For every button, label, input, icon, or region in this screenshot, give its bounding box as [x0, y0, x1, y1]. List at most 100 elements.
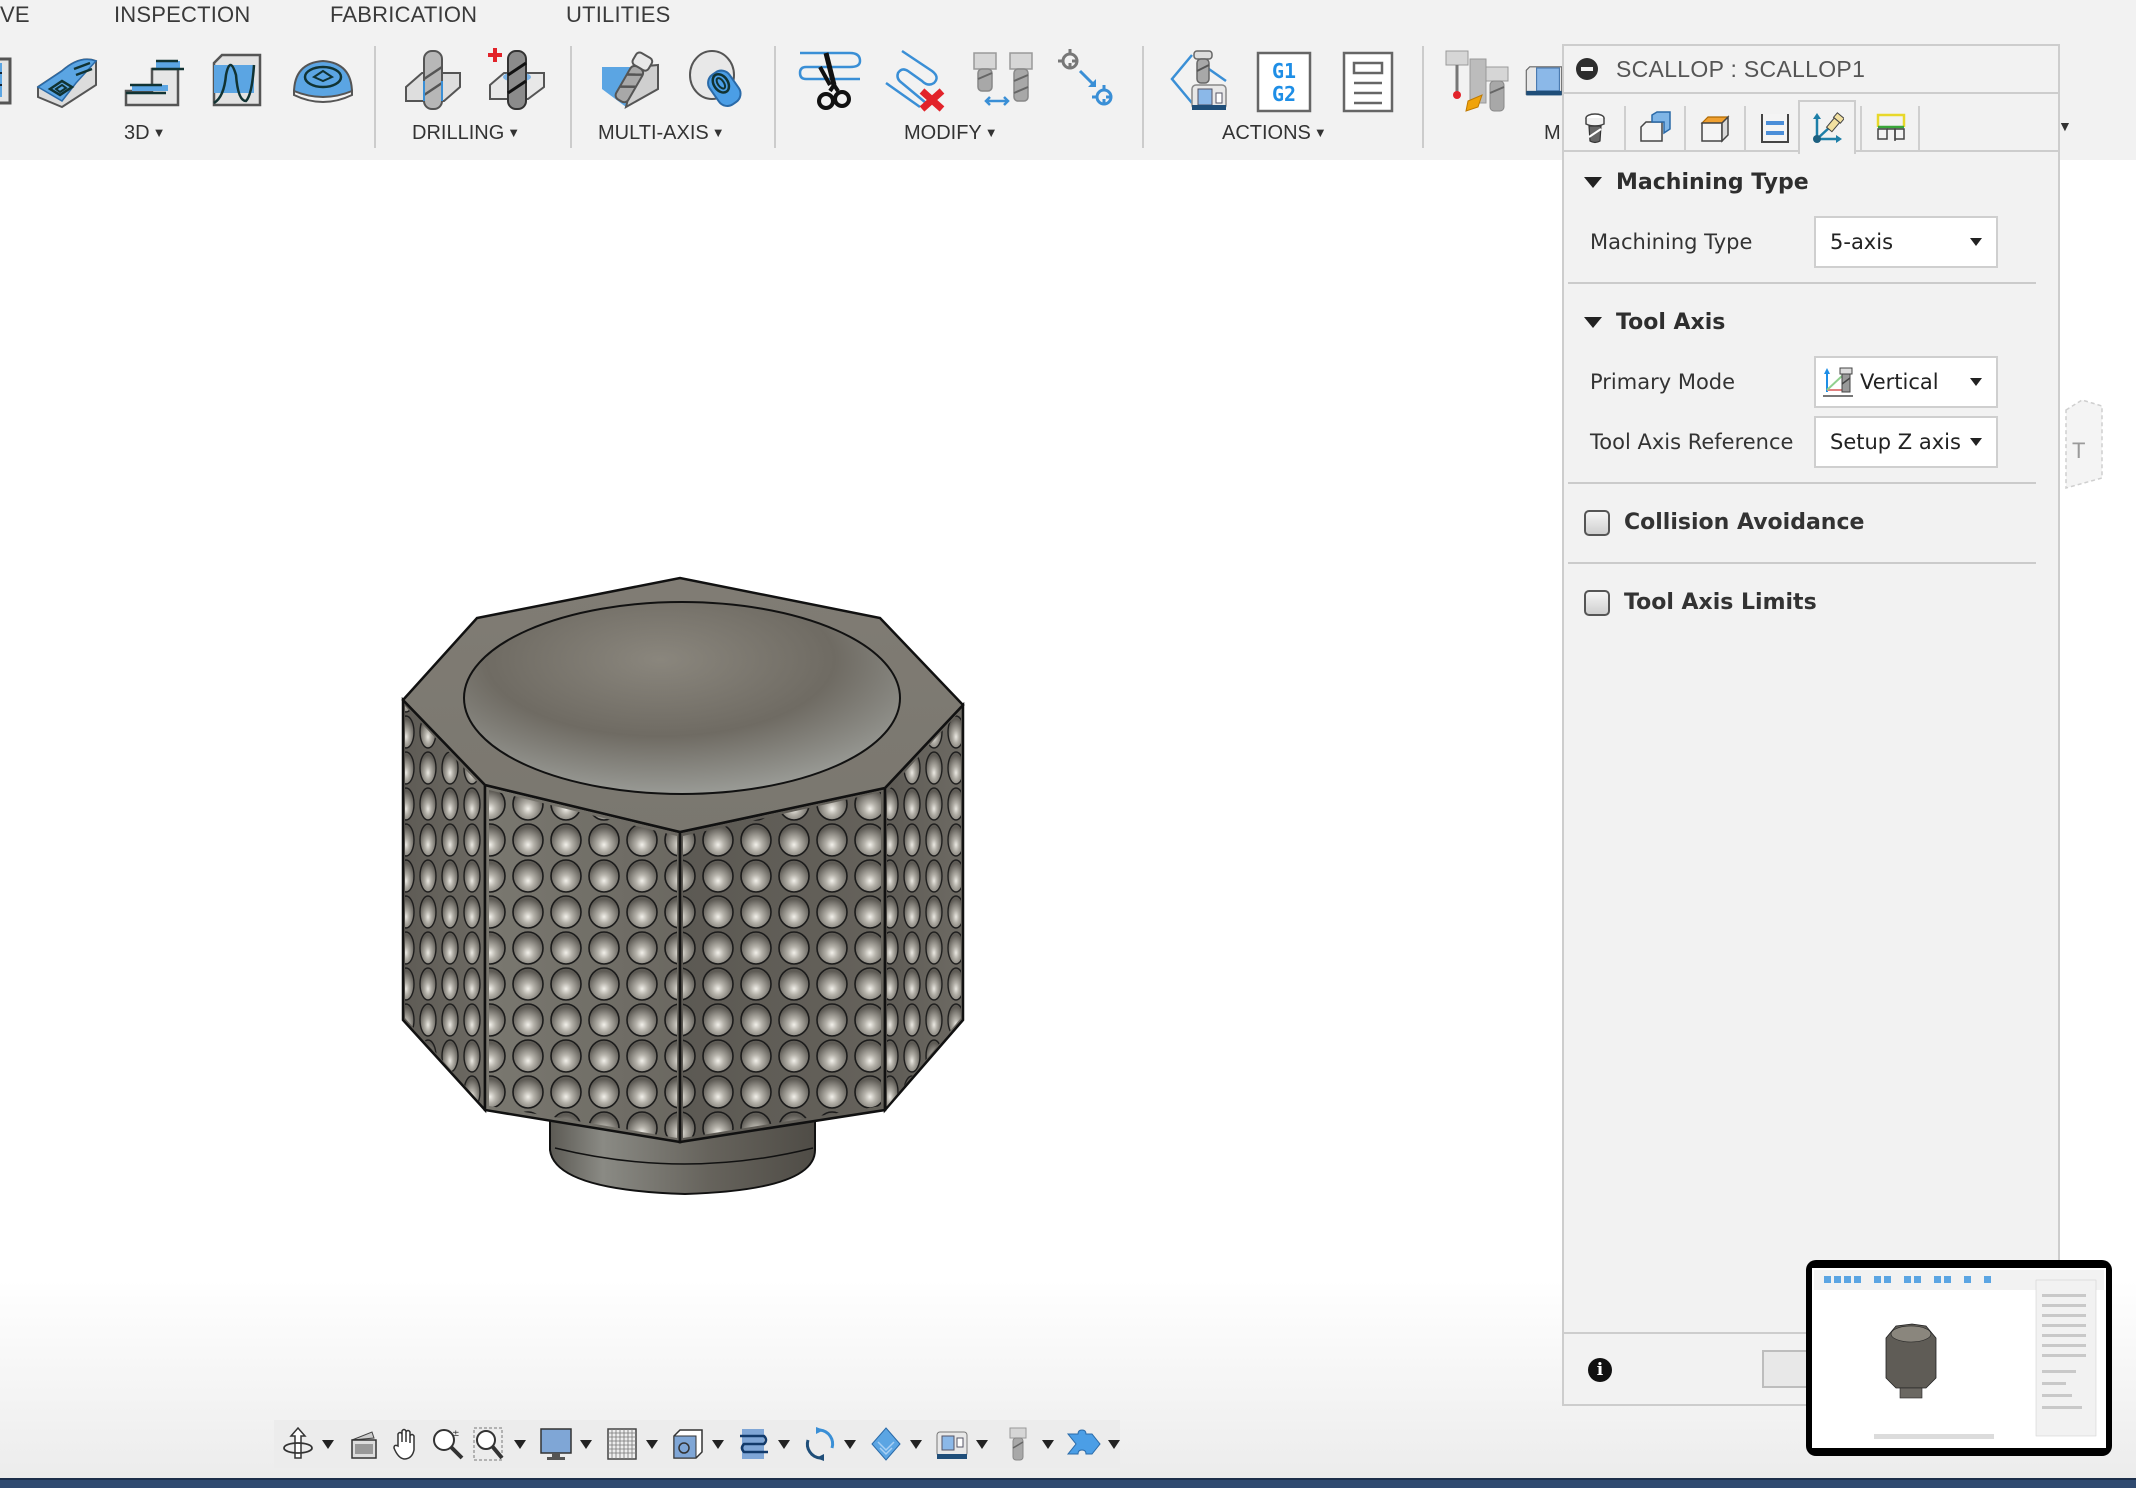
rotate-button[interactable] — [802, 1426, 862, 1462]
window-bottom-edge — [0, 1478, 2136, 1488]
rotate-icon — [805, 1427, 835, 1461]
simulate-icon[interactable] — [1164, 44, 1238, 116]
tab-passes[interactable] — [1746, 104, 1804, 152]
tab-inspection[interactable]: INSPECTION — [114, 2, 250, 28]
group-drilling-menu[interactable]: DRILLING ▼ — [412, 122, 520, 145]
group-divider — [570, 46, 572, 148]
tab-heights[interactable] — [1686, 104, 1744, 152]
svg-text:±: ± — [452, 1429, 460, 1439]
machine-button[interactable] — [934, 1426, 994, 1462]
chevron-down-icon[interactable] — [778, 1439, 790, 1449]
tab-tool[interactable] — [1566, 104, 1624, 152]
tool-display-button[interactable] — [1000, 1426, 1060, 1462]
zoom-window-button[interactable] — [472, 1426, 532, 1462]
hole-recognition-icon[interactable] — [480, 44, 554, 116]
chevron-down-icon: ▼ — [1313, 125, 1327, 140]
trim-toolpath-icon[interactable] — [794, 44, 868, 116]
tab-utilities[interactable]: UTILITIES — [566, 2, 671, 28]
chevron-down-icon[interactable]: ▼ — [2058, 118, 2072, 134]
tab-additive[interactable]: VE — [0, 2, 30, 28]
screenshot-thumbnail[interactable] — [1806, 1260, 2112, 1456]
grid-button[interactable] — [604, 1426, 664, 1462]
svg-text:G2: G2 — [1272, 82, 1296, 106]
group-actions-label: ACTIONS — [1222, 122, 1311, 144]
machining-type-select[interactable]: 5-axis — [1814, 216, 1998, 268]
svg-text:T: T — [2072, 438, 2085, 463]
tab-fabrication[interactable]: FABRICATION — [330, 2, 477, 28]
machine-library-icon[interactable] — [1524, 44, 1564, 116]
adaptive-clearing-icon[interactable] — [0, 44, 34, 116]
tool-axis-limits-label[interactable]: Tool Axis Limits — [1624, 590, 1817, 615]
primary-mode-label: Primary Mode — [1590, 370, 1736, 394]
pocket-icon[interactable] — [30, 44, 104, 116]
display-settings-button[interactable] — [538, 1426, 598, 1462]
group-manage-menu[interactable]: M — [1544, 122, 1561, 145]
viewports-button[interactable] — [670, 1426, 730, 1462]
look-at-button[interactable] — [346, 1426, 382, 1462]
rotary-icon[interactable] — [680, 44, 754, 116]
delete-toolpath-icon[interactable] — [880, 44, 954, 116]
chevron-down-icon: ▼ — [711, 125, 725, 140]
zoom-button[interactable]: ± — [430, 1426, 466, 1462]
connector-icon — [1066, 1429, 1101, 1455]
tool-compare-icon[interactable] — [966, 44, 1040, 116]
panel-title: SCALLOP : SCALLOP1 — [1616, 55, 1866, 82]
move-origin-icon[interactable] — [1050, 44, 1124, 116]
chevron-down-icon[interactable] — [712, 1439, 724, 1449]
swarf-icon[interactable] — [594, 44, 668, 116]
chevron-down-icon[interactable] — [1108, 1439, 1120, 1449]
orbit-button[interactable] — [280, 1426, 340, 1462]
chevron-down-icon[interactable] — [910, 1439, 922, 1449]
chevron-down-icon[interactable] — [844, 1439, 856, 1449]
setup-sheet-icon[interactable] — [1332, 44, 1406, 116]
tab-multi-axis[interactable] — [1798, 100, 1856, 154]
scallop-properties-panel: SCALLOP : SCALLOP1 Machining Type Machin… — [1562, 44, 2060, 1406]
steep-shallow-icon[interactable] — [114, 44, 188, 116]
post-process-icon[interactable]: G1 G2 — [1248, 44, 1322, 116]
chevron-down-icon[interactable] — [322, 1439, 334, 1449]
stock-button[interactable] — [868, 1426, 928, 1462]
chevron-down-icon[interactable] — [646, 1439, 658, 1449]
connector-button[interactable] — [1066, 1426, 1126, 1462]
viewports-icon — [673, 1429, 703, 1459]
tool-axis-reference-select[interactable]: Setup Z axis — [1814, 416, 1998, 468]
drill-icon[interactable] — [396, 44, 470, 116]
toolpath-display-button[interactable] — [736, 1426, 796, 1462]
machining-type-section-toggle[interactable]: Machining Type — [1584, 170, 1809, 195]
viewcube[interactable]: T — [2062, 392, 2132, 492]
chevron-down-icon[interactable] — [514, 1439, 526, 1449]
pan-button[interactable] — [388, 1426, 424, 1462]
collapse-triangle-icon — [1584, 317, 1602, 328]
group-actions-menu[interactable]: ACTIONS ▼ — [1222, 122, 1327, 145]
machine-icon — [936, 1431, 968, 1459]
probing-icon[interactable] — [1440, 44, 1514, 116]
chevron-down-icon[interactable] — [580, 1439, 592, 1449]
chevron-down-icon — [1970, 438, 1982, 446]
tool-axis-section-toggle[interactable]: Tool Axis — [1584, 310, 1725, 335]
group-divider — [774, 46, 776, 148]
tool-axis-limits-checkbox[interactable] — [1584, 590, 1610, 616]
chevron-down-icon[interactable] — [1042, 1439, 1054, 1449]
tool-icon — [1009, 1427, 1027, 1461]
panel-header: SCALLOP : SCALLOP1 — [1564, 46, 2058, 94]
chevron-down-icon[interactable] — [976, 1439, 988, 1449]
collapse-panel-icon[interactable] — [1576, 58, 1598, 80]
thumbnail-preview — [1812, 1268, 2106, 1448]
primary-mode-select[interactable]: Vertical — [1814, 356, 1998, 408]
svg-text:G1: G1 — [1272, 59, 1296, 83]
zoom-window-icon — [473, 1427, 504, 1461]
collision-avoidance-label[interactable]: Collision Avoidance — [1624, 510, 1864, 535]
collision-avoidance-checkbox[interactable] — [1584, 510, 1610, 536]
group-drilling-label: DRILLING — [412, 122, 505, 144]
part-model[interactable] — [395, 570, 975, 1210]
tab-linking[interactable] — [1862, 104, 1920, 152]
group-modify-menu[interactable]: MODIFY ▼ — [904, 122, 998, 145]
group-multi-axis-menu[interactable]: MULTI-AXIS ▼ — [598, 122, 725, 145]
info-icon[interactable]: i — [1588, 1358, 1612, 1382]
tab-geometry[interactable] — [1626, 104, 1684, 152]
stock-icon — [871, 1427, 901, 1461]
scallop-icon[interactable] — [286, 44, 360, 116]
group-3d-menu[interactable]: 3D ▼ — [124, 122, 165, 145]
contour-icon[interactable] — [200, 44, 274, 116]
group-manage-label: M — [1544, 122, 1561, 144]
